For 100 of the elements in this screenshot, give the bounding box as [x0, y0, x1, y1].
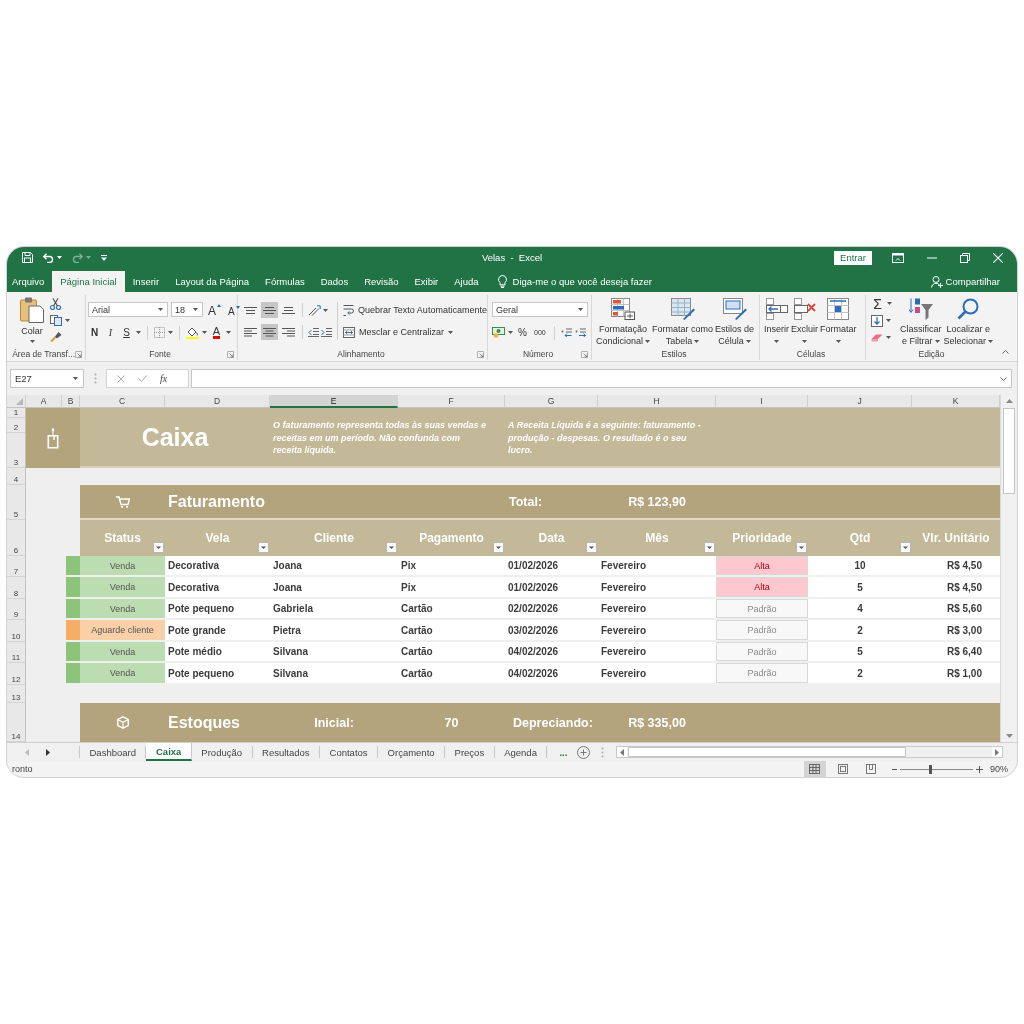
font-color-button[interactable]: A [210, 324, 223, 341]
sheet-tab[interactable]: Resultados [252, 746, 321, 758]
fill-down-icon[interactable] [871, 314, 883, 327]
dialog-launcher-icon[interactable] [75, 350, 82, 358]
sheet-tab[interactable]: Agenda [494, 746, 548, 758]
sort-filter-button[interactable]: Classificar e Filtrar [900, 295, 942, 348]
caret-icon[interactable] [887, 302, 892, 305]
scroll-left-icon[interactable] [620, 748, 625, 756]
horizontal-scrollbar[interactable] [616, 746, 1003, 758]
row-header[interactable]: 4 [7, 468, 25, 485]
ribbon-tab[interactable]: Arquivo [7, 271, 53, 292]
currency-icon[interactable] [492, 327, 505, 338]
insert-function-button[interactable]: fx [160, 373, 168, 384]
column-header[interactable]: E [270, 395, 398, 408]
caret-icon[interactable] [694, 339, 700, 343]
filter-dropdown-icon[interactable] [704, 542, 715, 553]
row-header[interactable]: 5 [7, 485, 25, 520]
cell-styles-button[interactable]: Estilos de Célula [715, 295, 755, 348]
row-header[interactable]: 9 [7, 599, 25, 620]
filter-dropdown-icon[interactable] [586, 542, 597, 553]
dialog-launcher-icon[interactable] [477, 350, 484, 358]
zoom-slider-thumb[interactable] [929, 764, 933, 774]
decrease-indent-icon[interactable] [308, 327, 319, 337]
caret-icon[interactable] [988, 339, 994, 343]
undo-icon[interactable] [43, 252, 54, 263]
row-header[interactable]: 3 [7, 433, 25, 468]
format-as-table-button[interactable]: Formatar como Tabela [652, 295, 714, 348]
caret-icon[interactable] [202, 331, 207, 334]
ribbon-tab[interactable]: Exibir [406, 271, 447, 292]
caret-icon[interactable] [57, 256, 62, 259]
ribbon-display-icon[interactable] [892, 252, 904, 263]
filter-dropdown-icon[interactable] [153, 542, 164, 553]
caret-icon[interactable] [226, 331, 231, 334]
row-header[interactable]: 8 [7, 577, 25, 599]
insert-cells-button[interactable]: Inserir [764, 295, 789, 348]
row-header[interactable]: 11 [7, 642, 25, 663]
caret-icon[interactable] [323, 308, 328, 312]
zoom-in-icon[interactable] [976, 765, 983, 773]
zoom-level[interactable]: 90% [990, 764, 1008, 774]
caret-icon[interactable] [745, 339, 751, 343]
row-header[interactable]: 7 [7, 556, 25, 577]
ribbon-tab[interactable]: Fórmulas [257, 271, 313, 292]
autosum-button[interactable]: Σ [871, 297, 884, 310]
format-cells-button[interactable]: Formatar [820, 295, 857, 348]
caret-icon[interactable] [168, 331, 173, 334]
scroll-right-icon[interactable] [995, 748, 999, 756]
ribbon-tab[interactable]: Layout da Página [167, 271, 258, 292]
more-sheets-button[interactable]: ... [547, 743, 568, 761]
add-sheet-icon[interactable] [577, 745, 591, 759]
align-middle-button[interactable] [261, 302, 278, 318]
sheet-tab[interactable]: Preços [445, 746, 495, 758]
percent-button[interactable]: % [516, 324, 529, 341]
filter-dropdown-icon[interactable] [900, 542, 911, 553]
sheet-tab[interactable]: Produção [191, 746, 253, 758]
caret-icon[interactable] [934, 339, 940, 343]
restore-icon[interactable] [960, 252, 970, 263]
row-header[interactable]: 12 [7, 663, 25, 685]
ribbon-tab[interactable]: Revisão [356, 271, 407, 292]
italic-button[interactable]: I [104, 324, 117, 341]
scroll-up-icon[interactable] [1005, 399, 1013, 403]
sheet-tab[interactable]: Orçamento [378, 746, 446, 758]
dialog-launcher-icon[interactable] [227, 350, 234, 358]
name-box[interactable]: E27 [10, 369, 84, 388]
sheet-tab[interactable]: Contatos [320, 746, 379, 758]
normal-view-button[interactable] [804, 761, 826, 777]
scrollbar-thumb[interactable] [628, 747, 907, 757]
ribbon-tab[interactable]: Ajuda [446, 271, 487, 292]
sign-in-button[interactable]: Entrar [834, 250, 872, 265]
minimize-icon[interactable] [927, 256, 937, 259]
row-header[interactable]: 6 [7, 520, 25, 556]
sheet-tab[interactable]: Caixa [146, 743, 192, 761]
caret-icon[interactable] [193, 308, 198, 311]
copy-icon[interactable] [50, 315, 62, 326]
row-header[interactable]: 2 [7, 418, 25, 433]
caret-icon[interactable] [65, 319, 70, 322]
grow-font-button[interactable]: A [206, 301, 223, 318]
number-format-select[interactable]: Geral [492, 302, 588, 317]
expand-formula-icon[interactable] [1000, 376, 1007, 381]
orientation-icon[interactable] [308, 304, 321, 316]
filter-dropdown-icon[interactable] [258, 542, 269, 553]
row-header[interactable]: 10 [7, 620, 25, 642]
paste-button[interactable]: Colar [14, 295, 50, 348]
caret-icon[interactable] [886, 319, 891, 322]
row-header[interactable]: 13 [7, 685, 25, 703]
caret-icon[interactable] [29, 340, 35, 343]
bold-button[interactable]: N [88, 324, 101, 341]
paintbrush-icon[interactable] [50, 331, 62, 342]
align-center-button[interactable] [261, 324, 278, 340]
increase-indent-icon[interactable] [321, 327, 332, 337]
shrink-font-button[interactable]: A [226, 301, 242, 318]
caret-icon[interactable] [886, 336, 891, 339]
row-header[interactable]: 1 [7, 408, 25, 418]
dialog-launcher-icon[interactable] [581, 350, 588, 358]
font-select[interactable]: Arial [88, 302, 168, 317]
tell-me-search-field[interactable]: Diga-me o que você deseja fazer [512, 274, 663, 289]
ribbon-tab[interactable]: Inserir [124, 271, 168, 292]
ribbon-tab[interactable]: Dados [312, 271, 357, 292]
customize-toolbar-icon[interactable] [101, 254, 107, 261]
caret-icon[interactable] [645, 339, 651, 343]
filter-dropdown-icon[interactable] [386, 542, 397, 553]
